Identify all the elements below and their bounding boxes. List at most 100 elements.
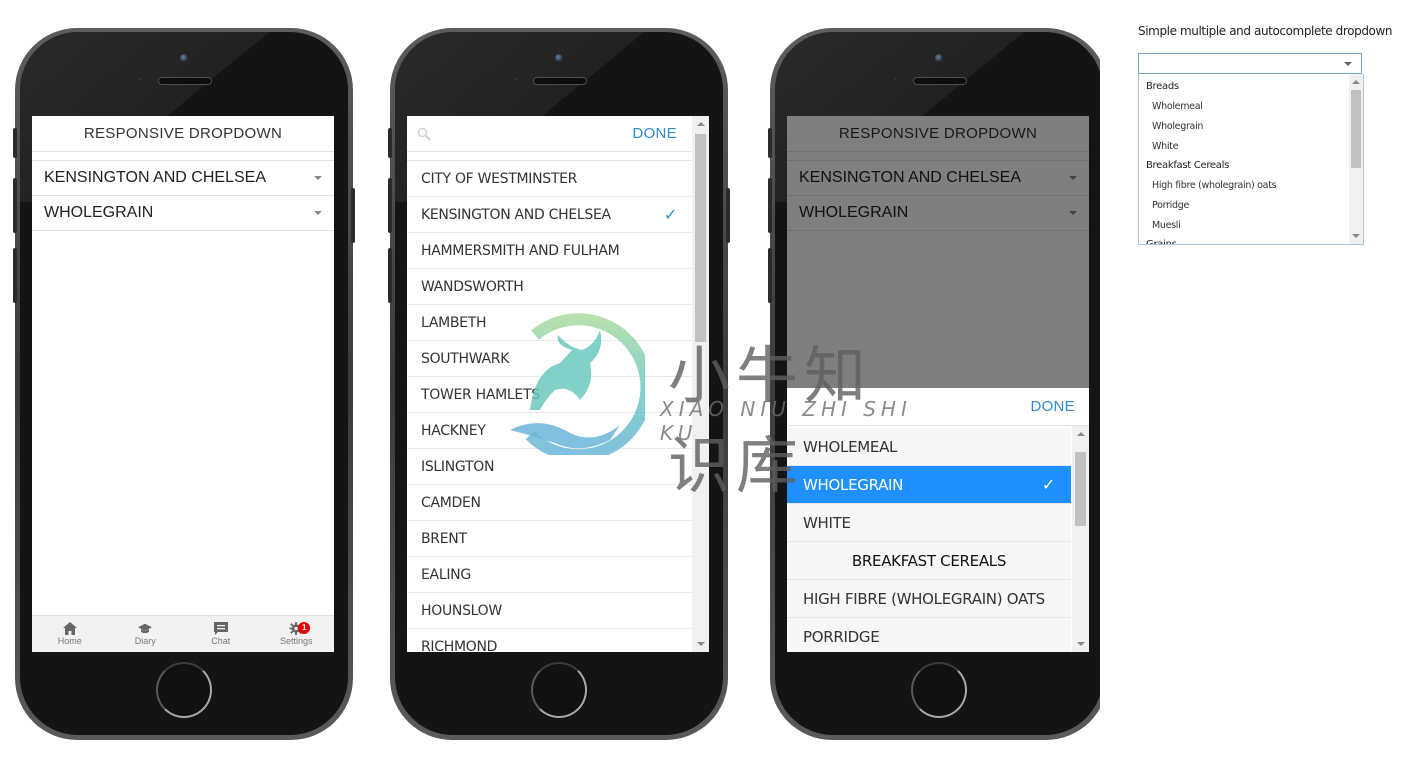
list-item[interactable]: WANDSWORTH bbox=[407, 269, 691, 305]
autocomplete-dropdown-list: Breads Wholemeal Wholegrain White Breakfast … bbox=[1138, 74, 1364, 245]
borough-select-value: KENSINGTON AND CHELSEA bbox=[44, 169, 266, 186]
scroll-up-arrow-icon[interactable] bbox=[1352, 80, 1360, 84]
tab-label: Home bbox=[57, 636, 82, 646]
tab-home[interactable]: Home bbox=[32, 616, 108, 652]
speaker-grille bbox=[913, 77, 967, 85]
list-item[interactable]: Wholegrain bbox=[1139, 117, 1347, 137]
group-header: Breads bbox=[1146, 81, 1179, 92]
group-header: Breakfast Cereals bbox=[1146, 160, 1229, 171]
scroll-down-arrow-icon[interactable] bbox=[1352, 234, 1360, 238]
tab-bar: Home Diary Chat Settings 1 bbox=[32, 615, 334, 652]
notification-badge: 1 bbox=[298, 622, 311, 634]
section-title: Simple multiple and autocomplete dropdow… bbox=[1138, 24, 1393, 38]
list-item-label: PORRIDGE bbox=[803, 627, 880, 646]
list-item[interactable]: High fibre (wholegrain) oats bbox=[1139, 176, 1347, 196]
list-item[interactable]: Muesli bbox=[1139, 216, 1347, 236]
checkmark-icon: ✓ bbox=[663, 205, 677, 224]
list-item[interactable]: Porridge bbox=[1139, 196, 1347, 216]
scrollbar[interactable] bbox=[1349, 74, 1363, 244]
borough-select[interactable]: KENSINGTON AND CHELSEA bbox=[32, 161, 334, 196]
home-button[interactable] bbox=[911, 662, 967, 718]
list-item[interactable]: HACKNEY bbox=[407, 413, 691, 449]
caret-down-icon bbox=[314, 211, 322, 215]
scroll-up-arrow-icon[interactable] bbox=[697, 122, 705, 126]
tab-diary[interactable]: Diary bbox=[108, 616, 184, 652]
group-header: BREAKFAST CEREALS bbox=[787, 542, 1071, 580]
divider bbox=[407, 151, 691, 161]
list-item[interactable]: SOUTHWARK bbox=[407, 341, 691, 377]
list-item-label: BRENT bbox=[421, 530, 467, 547]
speaker-grille bbox=[533, 77, 587, 85]
list-item-label: CAMDEN bbox=[421, 494, 481, 511]
phone-mockup-2: DONE CITY OF WESTMINSTER KENSINGTON AND C… bbox=[388, 28, 730, 740]
list-item[interactable]: WHITE bbox=[787, 504, 1071, 542]
tab-chat[interactable]: Chat bbox=[183, 616, 259, 652]
tab-label: Chat bbox=[211, 636, 231, 646]
list-item[interactable]: LAMBETH bbox=[407, 305, 691, 341]
mute-switch bbox=[768, 128, 772, 158]
scrollbar[interactable] bbox=[692, 116, 709, 652]
tab-settings[interactable]: Settings 1 bbox=[259, 616, 335, 652]
modal-overlay[interactable] bbox=[787, 116, 1089, 388]
tab-label: Settings bbox=[279, 636, 313, 646]
list-item[interactable]: ISLINGTON bbox=[407, 449, 691, 485]
list-item[interactable]: BRENT bbox=[407, 521, 691, 557]
food-select[interactable]: WHOLEGRAIN bbox=[32, 196, 334, 231]
volume-down-button bbox=[13, 248, 17, 303]
camera-icon bbox=[555, 54, 563, 62]
list-item[interactable]: RICHMOND bbox=[407, 629, 691, 653]
list-item[interactable]: WHOLEGRAIN ✓ bbox=[787, 466, 1071, 504]
list-item-label: KENSINGTON AND CHELSEA bbox=[421, 206, 611, 223]
search-icon[interactable] bbox=[417, 127, 431, 141]
scroll-up-arrow-icon[interactable] bbox=[1077, 432, 1085, 436]
home-button[interactable] bbox=[156, 662, 212, 718]
volume-up-button bbox=[768, 178, 772, 233]
phone-screen: RESPONSIVE DROPDOWN KENSINGTON AND CHELS… bbox=[32, 116, 334, 652]
done-button[interactable]: DONE bbox=[1030, 398, 1075, 415]
done-button[interactable]: DONE bbox=[632, 125, 677, 142]
list-item[interactable]: HIGH FIBRE (WHOLEGRAIN) OATS bbox=[787, 580, 1071, 618]
mute-switch bbox=[13, 128, 17, 158]
list-item[interactable]: PORRIDGE bbox=[787, 618, 1071, 652]
home-button[interactable] bbox=[531, 662, 587, 718]
scrollbar[interactable] bbox=[1072, 426, 1089, 652]
list-item[interactable]: KENSINGTON AND CHELSEA ✓ bbox=[407, 197, 691, 233]
scroll-down-arrow-icon[interactable] bbox=[1077, 642, 1085, 646]
scrollbar-thumb[interactable] bbox=[695, 134, 706, 342]
phone-mockup-1: RESPONSIVE DROPDOWN KENSINGTON AND CHELS… bbox=[13, 28, 355, 740]
borough-option-list: CITY OF WESTMINSTER KENSINGTON AND CHELSE… bbox=[407, 160, 691, 653]
divider bbox=[32, 152, 334, 161]
list-item-label: HOUNSLOW bbox=[421, 602, 502, 619]
tab-label: Diary bbox=[134, 636, 156, 646]
mute-switch bbox=[388, 128, 392, 158]
list-item[interactable]: CAMDEN bbox=[407, 485, 691, 521]
food-select-value: WHOLEGRAIN bbox=[44, 204, 154, 221]
list-item[interactable]: Wholemeal bbox=[1139, 97, 1347, 117]
list-item-label: HIGH FIBRE (WHOLEGRAIN) OATS bbox=[803, 589, 1045, 608]
phone-screen: DONE CITY OF WESTMINSTER KENSINGTON AND C… bbox=[407, 116, 709, 652]
autocomplete-input[interactable] bbox=[1138, 53, 1362, 74]
list-item[interactable]: White bbox=[1139, 137, 1347, 157]
power-button bbox=[726, 188, 730, 243]
picker-sheet: DONE WHOLEMEAL WHOLEGRAIN ✓ WHITE BREAKFAST … bbox=[787, 388, 1089, 652]
list-item[interactable]: HOUNSLOW bbox=[407, 593, 691, 629]
chat-icon bbox=[213, 622, 228, 635]
list-item[interactable]: TOWER HAMLETS bbox=[407, 377, 691, 413]
list-item[interactable]: HAMMERSMITH AND FULHAM bbox=[407, 233, 691, 269]
scrollbar-thumb[interactable] bbox=[1075, 452, 1086, 526]
list-item[interactable]: WHOLEMEAL bbox=[787, 428, 1071, 466]
caret-down-icon[interactable] bbox=[1344, 62, 1352, 66]
list-item-label: WHOLEMEAL bbox=[803, 437, 898, 456]
home-icon bbox=[62, 622, 77, 635]
list-item-label: EALING bbox=[421, 566, 471, 583]
list-item-label: HAMMERSMITH AND FULHAM bbox=[421, 242, 620, 259]
list-item[interactable]: EALING bbox=[407, 557, 691, 593]
list-item-label: CITY OF WESTMINSTER bbox=[421, 170, 578, 187]
phone-mockup-3: RESPONSIVE DROPDOWN KENSINGTON AND CHELS… bbox=[768, 28, 1108, 740]
scroll-down-arrow-icon[interactable] bbox=[697, 642, 705, 646]
volume-down-button bbox=[768, 248, 772, 303]
list-item-label: TOWER HAMLETS bbox=[421, 386, 540, 403]
list-item[interactable]: CITY OF WESTMINSTER bbox=[407, 161, 691, 197]
picker-header: DONE bbox=[787, 388, 1089, 426]
scrollbar-thumb[interactable] bbox=[1351, 90, 1361, 168]
